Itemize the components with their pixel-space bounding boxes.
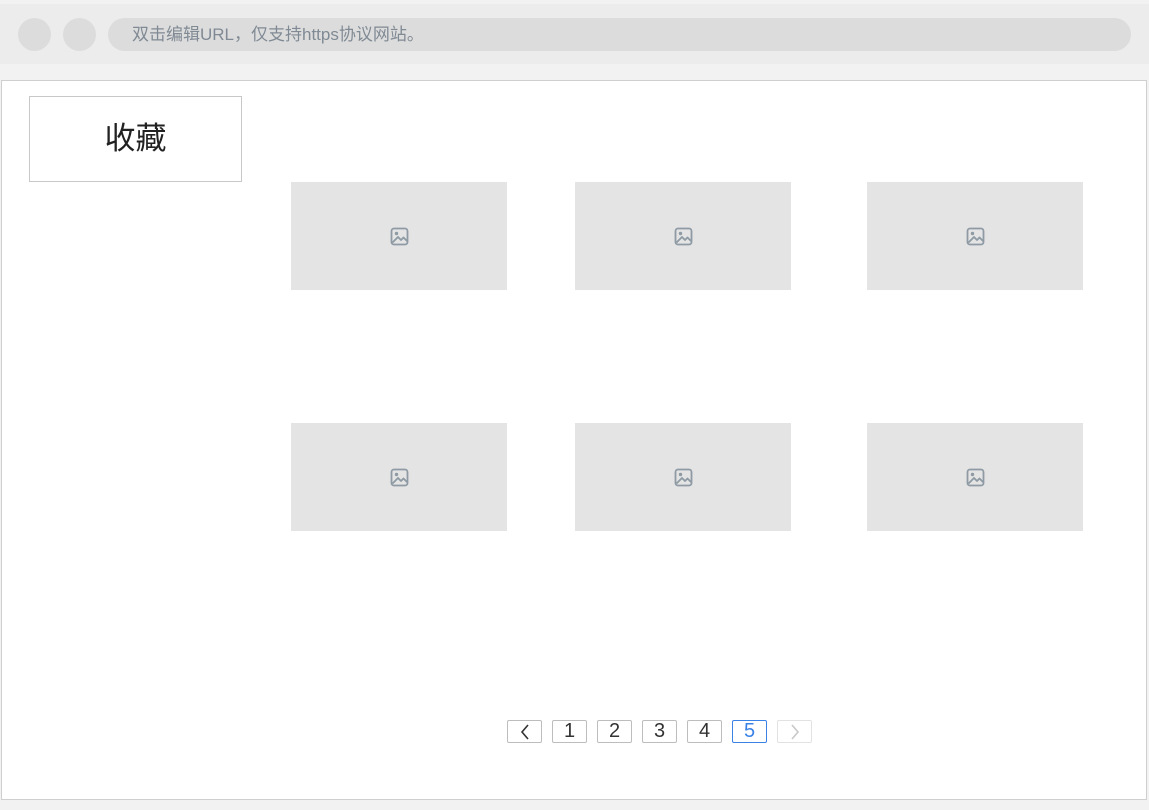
image-placeholder[interactable] (291, 423, 507, 531)
chevron-left-icon (520, 724, 529, 740)
next-page-button[interactable] (777, 720, 812, 743)
image-icon (390, 468, 408, 486)
page-button-3[interactable]: 3 (642, 720, 677, 743)
image-icon (966, 468, 984, 486)
window-control-button[interactable] (63, 18, 96, 51)
chevron-right-icon (790, 724, 799, 740)
page-button-1[interactable]: 1 (552, 720, 587, 743)
image-placeholder[interactable] (575, 182, 791, 290)
image-icon (674, 227, 692, 245)
favorites-button[interactable]: 收藏 (29, 96, 242, 182)
image-placeholder[interactable] (291, 182, 507, 290)
page-button-5-current[interactable]: 5 (732, 720, 767, 743)
image-placeholder[interactable] (575, 423, 791, 531)
page-content: 收藏 1 2 3 4 5 (1, 80, 1147, 800)
pagination: 1 2 3 4 5 (2, 720, 1146, 744)
url-input[interactable]: 双击编辑URL，仅支持https协议网站。 (108, 18, 1131, 51)
image-placeholder[interactable] (867, 182, 1083, 290)
prev-page-button[interactable] (507, 720, 542, 743)
page-button-4[interactable]: 4 (687, 720, 722, 743)
image-placeholder[interactable] (867, 423, 1083, 531)
image-icon (390, 227, 408, 245)
page-button-2[interactable]: 2 (597, 720, 632, 743)
image-icon (674, 468, 692, 486)
image-icon (966, 227, 984, 245)
window-control-button[interactable] (18, 18, 51, 51)
browser-toolbar: 双击编辑URL，仅支持https协议网站。 (0, 4, 1149, 64)
